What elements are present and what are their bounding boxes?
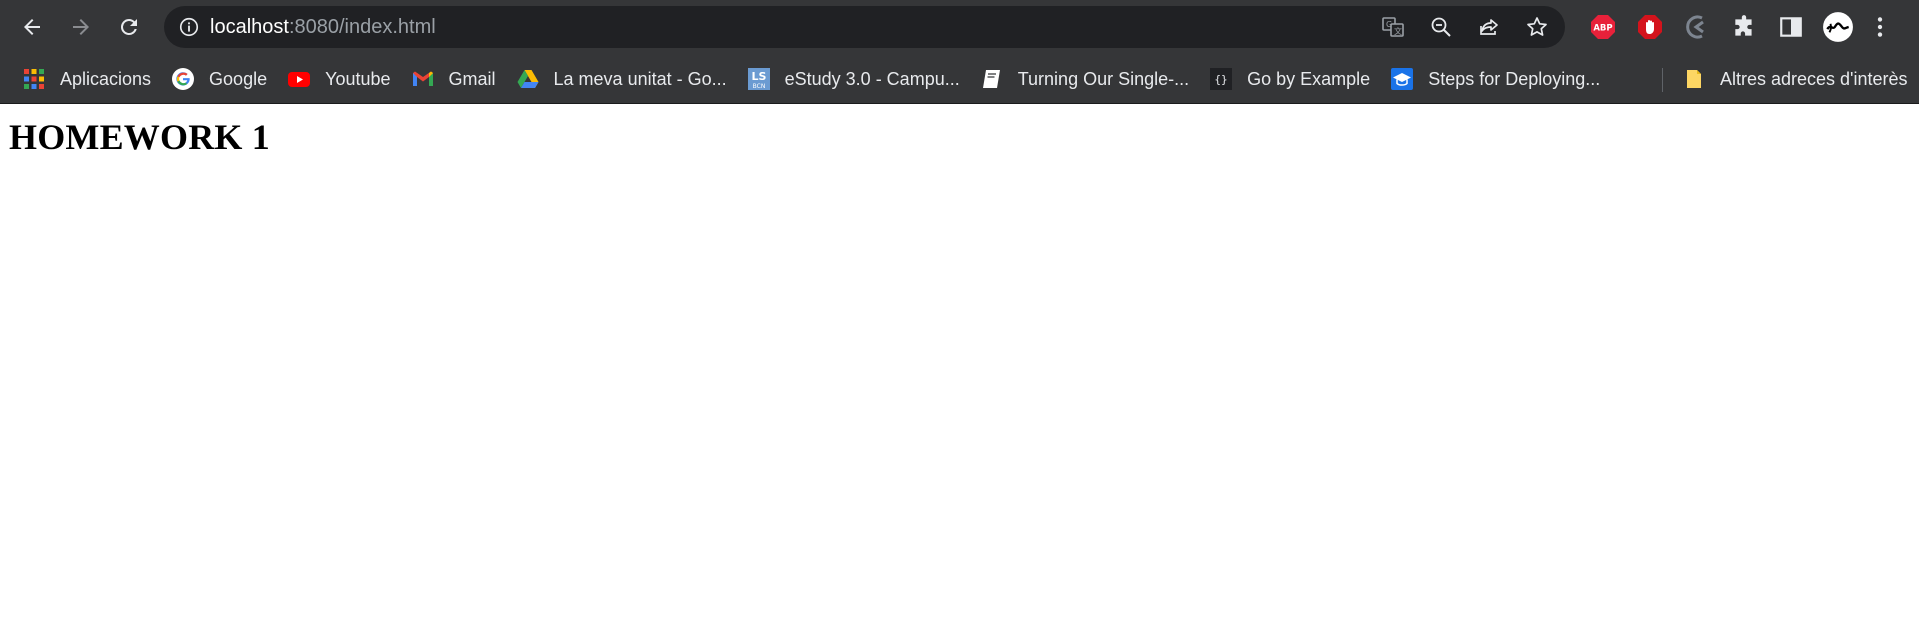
translate-icon: G 文 (1382, 17, 1404, 37)
bookmark-label: Google (209, 68, 268, 89)
bookmarks-divider (1662, 68, 1663, 92)
braces-icon: {} (1209, 67, 1233, 91)
extensions-menu-button[interactable] (1727, 10, 1761, 44)
forward-button[interactable] (64, 10, 98, 44)
profile-avatar (1823, 12, 1853, 42)
share-button[interactable] (1475, 13, 1503, 41)
omnibox-actions: G 文 (1379, 6, 1551, 48)
side-panel-button[interactable] (1774, 10, 1808, 44)
svg-text:G: G (1386, 20, 1392, 29)
bookmark-label: Steps for Deploying... (1428, 68, 1601, 89)
bookmark-steps-for-deploying[interactable]: Steps for Deploying... (1380, 61, 1610, 97)
google-icon (171, 67, 195, 91)
extensions-area: ABP (1586, 10, 1910, 44)
url-text[interactable]: localhost:8080/index.html (210, 16, 436, 39)
bookmark-aplicacions[interactable]: Aplicacions (12, 61, 161, 97)
lsbcn-icon: LS BCN (747, 67, 771, 91)
bookmark-gmail[interactable]: Gmail (401, 61, 506, 97)
bookmark-go-by-example[interactable]: {} Go by Example (1199, 61, 1380, 97)
graduation-cap-icon (1390, 67, 1414, 91)
page-content: HOMEWORK 1 (0, 104, 1919, 164)
puzzle-icon (1735, 15, 1752, 36)
url-host: localhost (210, 15, 289, 38)
adblock-plus-button[interactable]: ABP (1586, 10, 1620, 44)
bookmark-star-button[interactable] (1523, 13, 1551, 41)
folder-icon (1682, 67, 1706, 91)
bookmark-turning-our-single[interactable]: Turning Our Single-... (970, 61, 1199, 97)
reload-button[interactable] (112, 10, 146, 44)
bookmark-label: Gmail (448, 68, 496, 89)
bookmark-label: Turning Our Single-... (1017, 68, 1190, 89)
svg-text:文: 文 (1394, 26, 1402, 36)
url-path: :8080/index.html (288, 15, 436, 38)
browser-chrome: localhost:8080/index.html G 文 ABP Aplica… (0, 0, 1919, 104)
arrow-extension-icon (1686, 15, 1704, 39)
reload-icon (120, 18, 137, 35)
svg-text:ABP: ABP (1593, 24, 1612, 34)
stop-hand-extension-button[interactable] (1633, 10, 1667, 44)
svg-text:LS: LS (751, 70, 766, 83)
arrow-right-icon (73, 19, 89, 35)
zoom-out-button[interactable] (1427, 13, 1455, 41)
bookmark-label: La meva unitat - Go... (553, 68, 727, 89)
bookmark-label: Aplicacions (60, 68, 152, 89)
gmail-icon (411, 67, 435, 91)
zoom-out-icon (1431, 17, 1451, 37)
chrome-menu-button[interactable] (1863, 10, 1897, 44)
browser-toolbar: localhost:8080/index.html G 文 ABP (0, 0, 1919, 54)
bookmark-youtube[interactable]: Youtube (277, 61, 400, 97)
bookmarks-bar: Aplicacions Google Youtube Gmail La meva… (0, 54, 1919, 104)
apps-grid-icon (22, 67, 46, 91)
bookmark-google-drive[interactable]: La meva unitat - Go... (506, 61, 737, 97)
adblock-plus-icon: ABP (1591, 15, 1615, 39)
site-info-icon[interactable] (178, 16, 200, 38)
svg-text:BCN: BCN (752, 83, 765, 90)
bookmark-label: Youtube (325, 68, 391, 89)
arrow-extension-button[interactable] (1680, 10, 1714, 44)
star-icon (1527, 17, 1547, 36)
arrow-left-icon (24, 19, 40, 35)
svg-text:{}: {} (1215, 73, 1228, 86)
other-bookmarks-label: Altres adreces d'interès (1720, 68, 1908, 89)
profile-button[interactable] (1821, 10, 1855, 44)
bookmark-google[interactable]: Google (161, 61, 277, 97)
bookmark-label: eStudy 3.0 - Campu... (784, 68, 960, 89)
kebab-menu-icon (1877, 17, 1883, 37)
page-heading: HOMEWORK 1 (9, 117, 270, 157)
chrome-divider (0, 103, 1919, 104)
book-icon (980, 67, 1004, 91)
bookmark-estudy[interactable]: LS BCN eStudy 3.0 - Campu... (737, 61, 970, 97)
back-button[interactable] (15, 10, 49, 44)
stop-hand-icon (1638, 15, 1662, 39)
address-bar[interactable]: localhost:8080/index.html G 文 (164, 6, 1565, 48)
bookmark-label: Go by Example (1247, 68, 1371, 89)
other-bookmarks-folder[interactable]: Altres adreces d'interès (1672, 61, 1918, 97)
youtube-icon (287, 67, 311, 91)
google-drive-icon (516, 67, 540, 91)
translate-button[interactable]: G 文 (1379, 13, 1407, 41)
share-icon (1480, 19, 1498, 35)
side-panel-icon (1780, 17, 1802, 37)
